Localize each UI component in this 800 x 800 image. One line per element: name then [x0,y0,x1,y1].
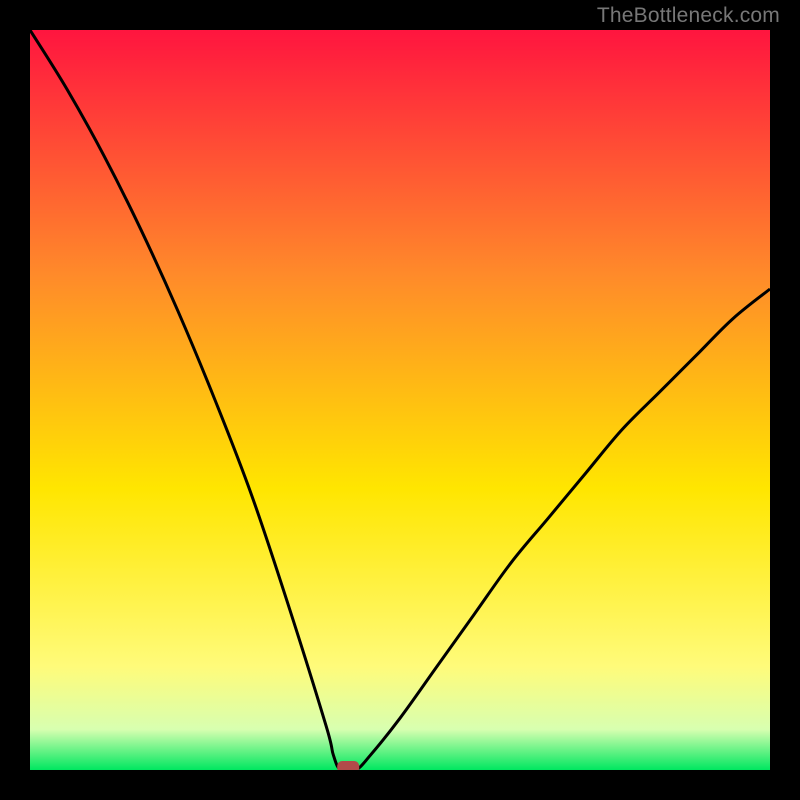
plot-area [30,30,770,770]
optimum-marker [337,761,359,770]
bottleneck-chart [30,30,770,770]
watermark-text: TheBottleneck.com [597,4,780,28]
gradient-background [30,30,770,770]
chart-frame: TheBottleneck.com [0,0,800,800]
